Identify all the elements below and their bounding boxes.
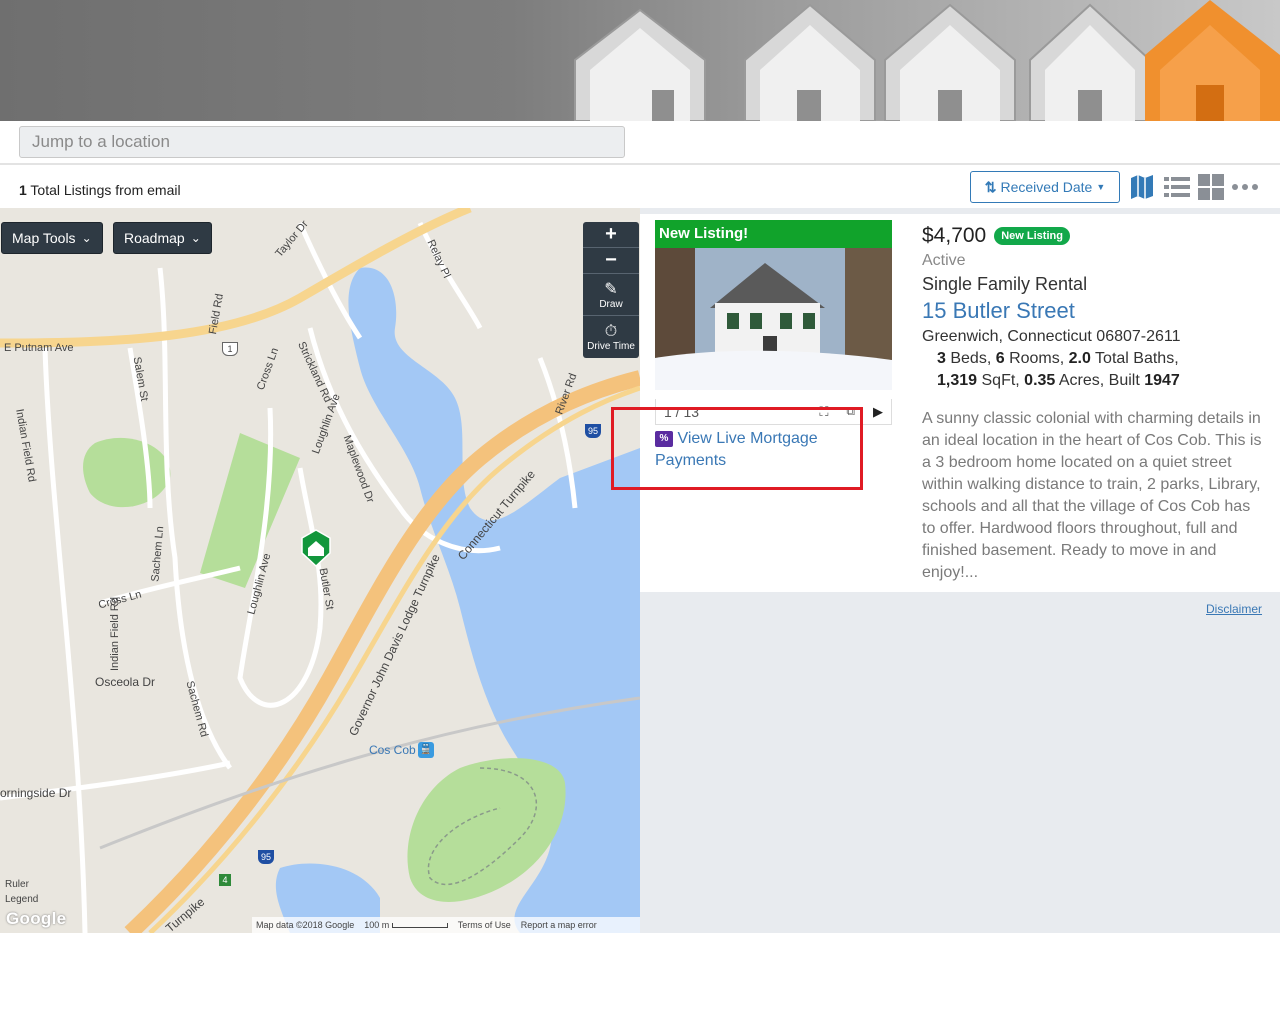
listing-price: $4,700 (922, 224, 987, 247)
park-area (200, 433, 300, 588)
google-logo: Google (6, 909, 67, 928)
map-scale: 100 m (364, 920, 448, 930)
listing-status: Active (922, 252, 966, 269)
search-row (0, 121, 1280, 165)
report-error-link[interactable]: Report a map error (521, 920, 597, 930)
road-label: E Putnam Ave (4, 342, 74, 354)
sort-dropdown-button[interactable]: ⇅ Received Date ▼ (970, 171, 1120, 203)
drive-time-label: Drive Time (587, 340, 635, 352)
map-view-icon[interactable] (1130, 174, 1156, 200)
map-tools-label: Map Tools (12, 230, 76, 246)
chevron-down-icon: ⌄ (190, 231, 201, 245)
park-area-2 (83, 437, 171, 508)
listing-address-link[interactable]: 15 Butler Street (922, 298, 1075, 324)
location-search-input[interactable] (19, 126, 625, 158)
listing-photo[interactable] (655, 248, 892, 390)
road-label: Osceola Dr (95, 675, 156, 689)
ruler-link[interactable]: Ruler (5, 877, 38, 892)
draw-label: Draw (599, 299, 623, 310)
more-options-icon[interactable] (1232, 174, 1258, 200)
terms-link[interactable]: Terms of Use (458, 920, 511, 930)
next-photo-icon[interactable]: ▶ (873, 404, 883, 420)
new-listing-banner: New Listing! (655, 220, 892, 248)
map-type-label: Roadmap (124, 230, 185, 246)
listing-description: A sunny classic colonial with charming d… (922, 410, 1262, 581)
train-station-icon: 🚆 (418, 742, 434, 758)
map-footer: Map data ©2018 Google 100 m Terms of Use… (252, 917, 640, 933)
drive-time-button[interactable]: ⏱ Drive Time (583, 316, 639, 358)
sort-label: Received Date (1000, 179, 1093, 195)
chevron-down-icon: ⌄ (81, 231, 92, 245)
ruler-legend: Ruler Legend (5, 877, 38, 907)
road-label: orningside Dr (0, 786, 72, 800)
listing-facts-row-1: 3 Beds, 6 Rooms, 2.0 Total Baths, (937, 350, 1179, 367)
listings-toolbar: 1 Total Listings from email ⇅ Received D… (0, 166, 1280, 208)
route-marker-icon: 4 (219, 874, 231, 886)
header-banner (0, 0, 1280, 121)
listing-card[interactable]: New Listing! 1 / 13 ⛶ ⧉ ▶ % View Live Mo… (640, 214, 1280, 592)
map-data-text: Map data ©2018 Google (256, 920, 355, 930)
highlight-box (611, 407, 863, 490)
map-panel[interactable]: E Putnam Ave Indian Field Rd Indian Fiel… (0, 208, 640, 933)
disclaimer-link[interactable]: Disclaimer (1206, 602, 1262, 616)
grid-view-icon[interactable] (1198, 174, 1224, 200)
legend-link[interactable]: Legend (5, 892, 38, 907)
interstate-shield-icon: 95 (258, 850, 274, 864)
zoom-in-button[interactable]: + (583, 222, 639, 248)
draw-icon: ✎ (604, 281, 618, 298)
drive-time-icon: ⏱ (604, 322, 618, 340)
listing-city: Greenwich, Connecticut 06807-2611 (922, 328, 1181, 345)
listing-count-label: Total Listings from email (26, 182, 181, 198)
sort-arrows-icon: ⇅ (984, 178, 997, 195)
map-controls: + − ✎ Draw ⏱ Drive Time (583, 222, 639, 358)
total-listings-text: 1 Total Listings from email (19, 182, 181, 198)
houses-illustration (574, 0, 1280, 121)
price-row: $4,700 New Listing (922, 224, 1070, 248)
caret-down-icon: ▼ (1096, 182, 1106, 192)
route-shield-icon: 1 (222, 342, 238, 356)
property-type: Single Family Rental (922, 274, 1088, 294)
map-type-button[interactable]: Roadmap ⌄ (113, 222, 212, 254)
listing-marker-icon[interactable] (301, 529, 331, 568)
draw-button[interactable]: ✎ Draw (583, 274, 639, 316)
house-photo-illustration (655, 248, 892, 390)
map-tools-button[interactable]: Map Tools ⌄ (1, 222, 103, 254)
listing-facts-row-2: 1,319 SqFt, 0.35 Acres, Built 1947 (937, 372, 1180, 389)
zoom-out-button[interactable]: − (583, 248, 639, 274)
list-view-icon[interactable] (1164, 174, 1190, 200)
listing-count: 1 (19, 182, 27, 198)
new-listing-badge: New Listing (994, 227, 1070, 245)
cos-cob-station-label: Cos Cob (369, 743, 416, 757)
interstate-shield-icon: 95 (585, 424, 601, 438)
